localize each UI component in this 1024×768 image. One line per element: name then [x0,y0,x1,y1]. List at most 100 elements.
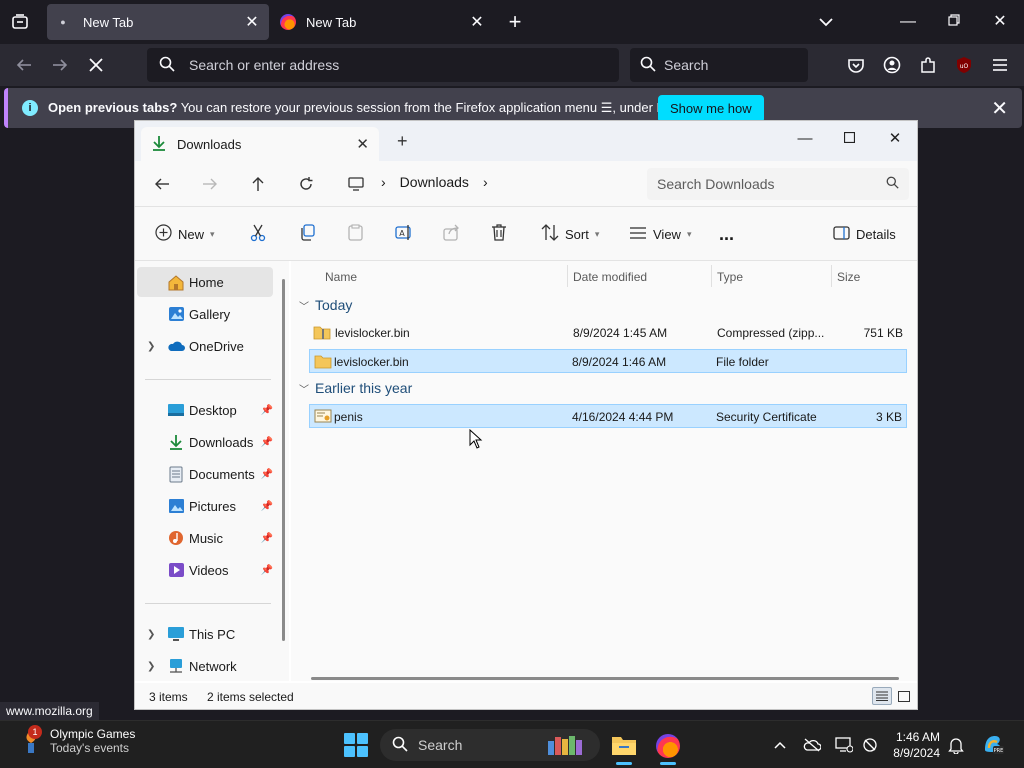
details-view-toggle[interactable] [872,687,892,705]
this-pc-monitor-icon[interactable] [343,171,369,197]
nav-item-onedrive[interactable]: ❯ OneDrive [137,331,273,361]
show-me-how-button[interactable]: Show me how [658,95,764,123]
taskbar-search-box[interactable]: Search [380,729,600,761]
pin-icon: 📌 [260,404,273,416]
back-arrow-icon[interactable] [149,171,175,197]
forward-button[interactable] [46,52,74,78]
web-search-box[interactable]: Search [630,48,808,82]
start-button-windows-icon[interactable] [344,733,368,757]
chevron-down-icon: ▾ [594,228,600,239]
close-notification-icon[interactable]: ✕ [991,96,1008,121]
tiles-view-toggle[interactable] [894,687,914,705]
share-button[interactable] [443,221,460,247]
file-row-penis[interactable]: penis 4/16/2024 4:44 PM Security Certifi… [309,404,907,428]
firefox-view-icon[interactable] [8,10,32,34]
volume-muted-icon[interactable] [860,735,880,755]
nav-item-home[interactable]: Home [137,267,273,297]
nav-item-videos[interactable]: Videos 📌 [137,555,273,585]
file-row-levislocker-zip[interactable]: levislocker.bin 8/9/2024 1:45 AM Compres… [309,321,907,345]
view-button[interactable]: View ▾ [629,221,691,247]
navigation-pane-scrollbar[interactable] [281,261,289,681]
delete-button[interactable] [491,221,507,247]
taskbar-firefox[interactable] [648,727,688,765]
close-tab-icon[interactable]: ✕ [356,135,369,153]
collapse-chevron-icon: ﹀ [299,301,309,313]
nav-item-desktop[interactable]: Desktop 📌 [137,395,273,425]
file-row-levislocker-folder[interactable]: levislocker.bin 8/9/2024 1:46 AM File fo… [309,349,907,373]
refresh-icon[interactable] [293,171,319,197]
nav-item-pictures[interactable]: Pictures 📌 [137,491,273,521]
copilot-icon[interactable]: PRE [980,731,1006,757]
system-clock[interactable]: 1:46 AM 8/9/2024 [888,729,940,761]
scrollbar-thumb[interactable] [282,279,285,641]
close-window-button[interactable]: ✕ [988,8,1012,36]
new-tab-button[interactable]: + [503,8,527,36]
browser-tab-2[interactable]: New Tab ✕ [272,4,494,40]
cut-button[interactable] [249,221,267,247]
group-header-earlier-this-year[interactable]: ﹀ Earlier this year [299,376,412,400]
notification-message: Open previous tabs? You can restore your… [48,100,700,116]
close-tab-icon[interactable]: ✕ [468,12,486,32]
restore-window-button[interactable] [942,8,966,36]
breadcrumb-chevron-icon[interactable]: › [483,174,488,190]
up-arrow-icon[interactable] [245,171,271,197]
pocket-icon[interactable] [845,54,867,76]
breadcrumb-downloads[interactable]: Downloads [400,174,469,190]
back-button[interactable] [10,52,38,78]
explorer-tab-downloads[interactable]: Downloads ✕ [141,127,379,161]
column-header-type[interactable]: Type [717,265,743,289]
stop-loading-button[interactable] [82,52,110,78]
application-menu-icon[interactable] [989,54,1011,76]
see-more-button[interactable]: ... [719,221,734,247]
nav-item-network[interactable]: ❯ Network [137,651,273,681]
pin-icon: 📌 [260,436,273,448]
column-separator[interactable] [831,265,832,287]
nav-item-gallery[interactable]: Gallery [137,299,273,329]
notification-bell-icon[interactable] [946,735,966,755]
close-tab-icon[interactable]: ✕ [243,12,261,32]
close-explorer-button[interactable]: ✕ [875,125,915,153]
column-separator[interactable] [711,265,712,287]
nav-label: Downloads [189,434,254,450]
breadcrumb-chevron-icon[interactable]: › [381,174,386,190]
new-button[interactable]: New ▾ [155,221,215,247]
nav-item-downloads[interactable]: Downloads 📌 [137,427,273,457]
column-separator[interactable] [567,265,568,287]
browser-tab-1[interactable]: ● New Tab ✕ [47,4,269,40]
widgets-button[interactable]: 1 Olympic Games Today's events [20,725,135,755]
expand-chevron-icon[interactable]: ❯ [147,341,155,352]
column-header-size[interactable]: Size [837,265,860,289]
forward-arrow-icon[interactable] [197,171,223,197]
minimize-explorer-button[interactable]: — [785,125,825,153]
network-status-icon[interactable] [834,735,854,755]
tab-loading-dot-icon: ● [60,17,66,27]
group-header-today[interactable]: ﹀ Today [299,293,352,317]
show-hidden-icons-chevron-icon[interactable] [770,735,790,755]
rename-button[interactable]: A [395,221,413,247]
horizontal-scrollbar[interactable] [311,677,899,680]
explorer-search-box[interactable]: Search Downloads [647,168,909,200]
extensions-icon[interactable] [917,54,939,76]
new-explorer-tab-button[interactable]: + [397,131,408,152]
file-list-pane: Name Date modified Type Size ﹀ Today lev… [291,261,917,681]
gallery-icon [167,305,185,323]
list-all-tabs-chevron-icon[interactable] [814,10,838,34]
details-pane-button[interactable]: Details [833,221,896,247]
nav-item-documents[interactable]: Documents 📌 [137,459,273,489]
paste-button[interactable] [347,221,364,247]
address-bar[interactable]: Search or enter address [147,48,619,82]
expand-chevron-icon[interactable]: ❯ [147,661,155,672]
expand-chevron-icon[interactable]: ❯ [147,629,155,640]
sort-button[interactable]: Sort ▾ [541,221,599,247]
nav-item-music[interactable]: Music 📌 [137,523,273,553]
taskbar-file-explorer[interactable] [604,727,644,765]
column-header-name[interactable]: Name [325,265,357,289]
account-icon[interactable] [881,54,903,76]
minimize-window-button[interactable]: — [896,8,920,36]
ublock-origin-icon[interactable]: uO [953,54,975,76]
nav-item-this-pc[interactable]: ❯ This PC [137,619,273,649]
column-header-date-modified[interactable]: Date modified [573,265,647,289]
onedrive-offline-icon[interactable] [802,735,822,755]
copy-button[interactable] [299,221,316,247]
maximize-explorer-button[interactable] [829,125,869,153]
